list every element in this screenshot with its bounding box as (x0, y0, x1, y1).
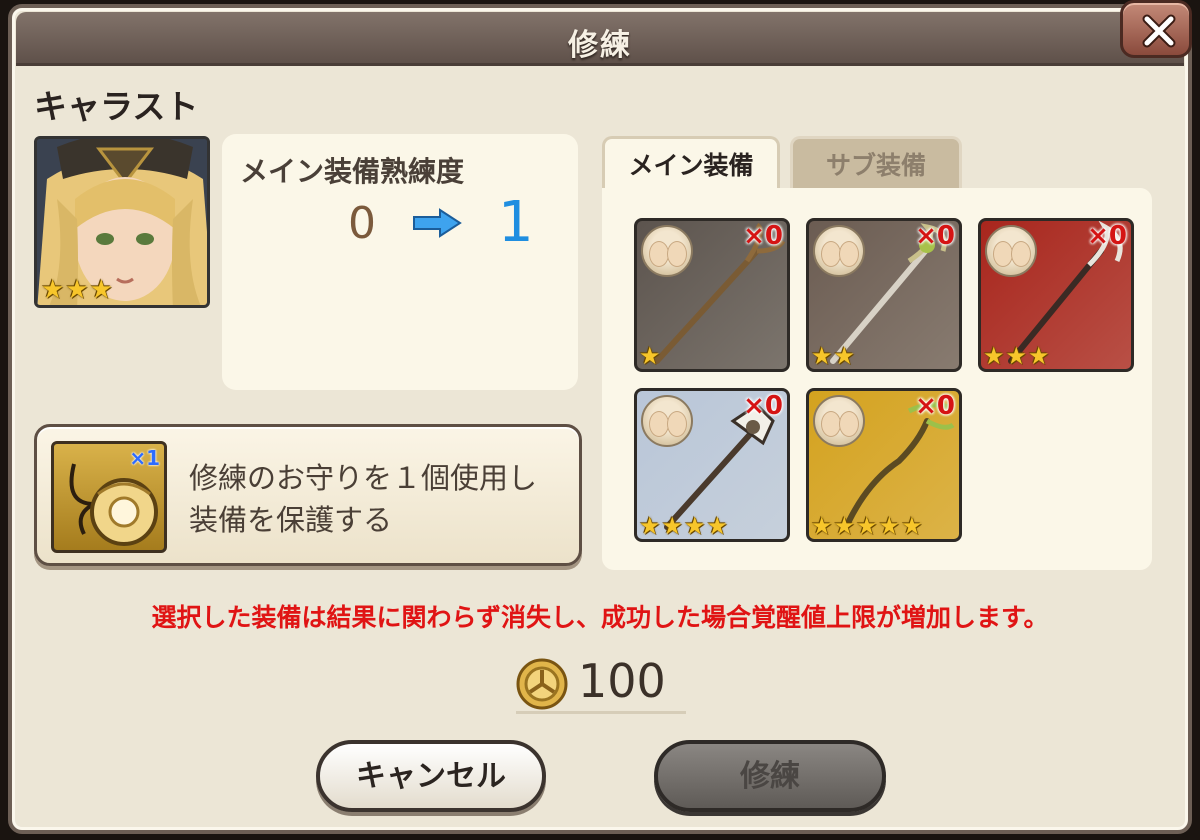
charm-description: 修練のお守りを１個使用し 装備を保護する (189, 457, 573, 541)
close-icon (1142, 14, 1176, 48)
use-charm-button[interactable]: ×1 修練のお守りを１個使用し 装備を保護する (34, 424, 582, 566)
equipment-item-card[interactable]: ×0 ★ ★ ★ ★ ★ (806, 388, 962, 542)
star-icon: ★ (684, 512, 706, 540)
charm-count: ×1 (129, 446, 160, 470)
cost-display: 100 (516, 652, 686, 714)
star-icon: ★ (901, 512, 923, 540)
star-icon: ★ (833, 512, 856, 540)
cancel-button[interactable]: キャンセル (316, 740, 546, 812)
item-rarity-stars: ★ ★ ★ (983, 343, 1050, 369)
dialog-title: 修練 (568, 28, 632, 63)
close-button[interactable] (1120, 0, 1192, 58)
title-bar: 修練 (16, 12, 1184, 66)
star-icon: ★ (1005, 342, 1028, 370)
equipment-item-card[interactable]: ×0 ★ ★ (806, 218, 962, 372)
mastery-current-value: 0 (348, 198, 376, 249)
star-icon: ★ (65, 275, 89, 305)
charm-text-line-1: 修練のお守りを１個使用し (189, 461, 538, 495)
cost-amount: 100 (578, 654, 666, 708)
equipment-item-card[interactable]: ×0 ★ (634, 218, 790, 372)
mastery-next-value: 1 (498, 190, 534, 255)
star-icon: ★ (89, 275, 113, 305)
charm-item-icon: ×1 (51, 441, 167, 553)
star-icon: ★ (833, 342, 856, 370)
warning-message: 選択した装備は結果に関わらず消失し、成功した場合覚醒値上限が増加します。 (151, 603, 1049, 632)
coin-icon (516, 658, 568, 710)
tab-main-equipment[interactable]: メイン装備 (602, 136, 780, 190)
item-quantity: ×0 (915, 391, 955, 421)
item-quantity: ×0 (915, 221, 955, 251)
item-rarity-stars: ★ ★ ★ ★ ★ (811, 513, 923, 539)
star-icon: ★ (1028, 342, 1050, 370)
character-rarity-stars: ★ ★ ★ (41, 277, 113, 303)
star-icon: ★ (811, 342, 833, 370)
star-icon: ★ (811, 512, 833, 540)
item-rarity-stars: ★ ★ ★ ★ (639, 513, 728, 539)
item-rarity-stars: ★ ★ (811, 343, 855, 369)
character-portrait: ★ ★ ★ (34, 136, 210, 308)
item-rarity-stars: ★ (639, 343, 661, 369)
star-icon: ★ (856, 512, 878, 540)
train-button[interactable]: 修練 (654, 740, 886, 812)
arrow-right-icon (413, 208, 462, 238)
star-icon: ★ (983, 342, 1005, 370)
item-quantity: ×0 (743, 391, 783, 421)
star-icon: ★ (706, 512, 729, 540)
character-name: キャラスト (34, 87, 199, 126)
star-icon: ★ (639, 512, 661, 540)
star-icon: ★ (878, 512, 901, 540)
item-quantity: ×0 (1087, 221, 1127, 251)
mastery-panel: メイン装備熟練度 0 1 (222, 134, 578, 390)
star-icon: ★ (639, 342, 661, 370)
tab-sub-equipment[interactable]: サブ装備 (790, 136, 962, 190)
equipment-grid: ×0 ★ ×0 ★ ★ ×0 ★ ★ ★ ×0 ★ ★ ★ ★ ×0 ★ ★ ★… (602, 188, 1152, 570)
item-quantity: ×0 (743, 221, 783, 251)
star-icon: ★ (41, 275, 65, 305)
equipment-item-card[interactable]: ×0 ★ ★ ★ (978, 218, 1134, 372)
equipment-item-card[interactable]: ×0 ★ ★ ★ ★ (634, 388, 790, 542)
charm-text-line-2: 装備を保護する (189, 503, 393, 537)
star-icon: ★ (661, 512, 684, 540)
mastery-label: メイン装備熟練度 (240, 155, 465, 188)
